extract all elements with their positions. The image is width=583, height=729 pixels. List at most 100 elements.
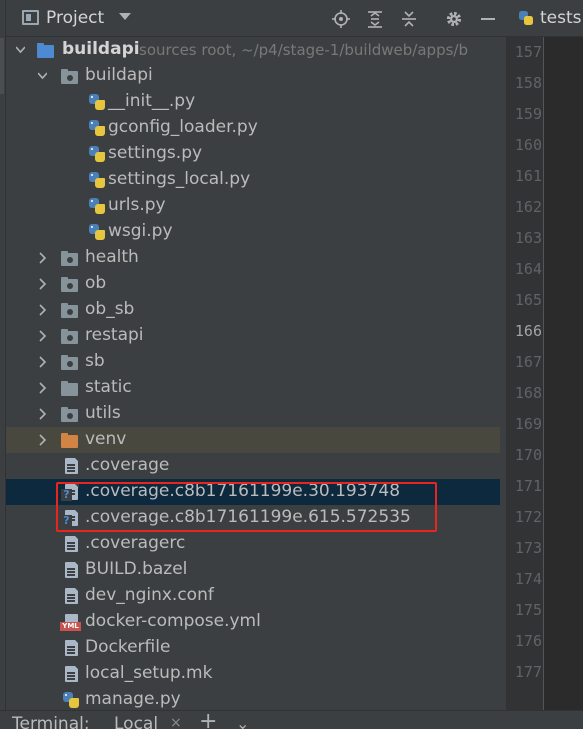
- tree-node-label: venv: [85, 429, 127, 449]
- tree-node-file[interactable]: settings_local.py: [6, 167, 506, 193]
- tree-node-label: utils: [85, 403, 121, 423]
- source-root-hint: sources root, ~/p4/stage-1/buildweb/apps…: [139, 41, 468, 59]
- unknown-file-icon: ?: [61, 509, 80, 527]
- python-file-icon: [88, 145, 106, 163]
- chevron-down-icon[interactable]: ⌄: [236, 714, 249, 729]
- tree-node-file[interactable]: Dockerfile: [6, 635, 506, 661]
- tree-node-file[interactable]: gconfig_loader.py: [6, 115, 506, 141]
- tree-node-label: Dockerfile: [85, 637, 171, 657]
- tree-node-file[interactable]: dev_nginx.conf: [6, 583, 506, 609]
- tree-node-label: gconfig_loader.py: [108, 117, 258, 137]
- line-number: 173: [514, 539, 542, 557]
- line-number: 161: [514, 167, 542, 185]
- tree-node-label: wsgi.py: [108, 221, 173, 241]
- tree-node-label: static: [85, 377, 132, 397]
- hide-icon[interactable]: [477, 8, 499, 30]
- line-number-gutter: 157 158 159 160 161 162 163 164 165 166 167 168 169 1…: [506, 37, 544, 710]
- tree-node-file[interactable]: local_setup.mk: [6, 661, 506, 687]
- tree-node-package[interactable]: ob: [6, 271, 506, 297]
- line-number: 159: [514, 105, 542, 123]
- line-number: 175: [514, 601, 542, 619]
- terminal-label: Terminal:: [12, 714, 90, 729]
- gear-icon[interactable]: [443, 8, 465, 30]
- tree-node-file[interactable]: urls.py: [6, 193, 506, 219]
- locate-icon[interactable]: [330, 8, 352, 30]
- tree-node-label: BUILD.bazel: [85, 559, 188, 579]
- tree-node-file[interactable]: manage.py: [6, 687, 506, 710]
- chevron-right-icon[interactable]: [38, 330, 47, 342]
- package-folder-icon: [60, 275, 78, 293]
- close-icon[interactable]: ×: [170, 715, 182, 729]
- package-folder-icon: [60, 327, 78, 345]
- expand-all-icon[interactable]: [364, 8, 386, 30]
- tree-node-package[interactable]: ob_sb: [6, 297, 506, 323]
- chevron-down-icon[interactable]: [16, 44, 25, 56]
- line-number: 164: [514, 260, 542, 278]
- python-file-icon: [88, 171, 106, 189]
- terminal-bar: Terminal: Local × + ⌄: [0, 710, 583, 729]
- package-folder-icon: [60, 249, 78, 267]
- line-number: 158: [514, 74, 542, 92]
- code-area[interactable]: [544, 37, 583, 710]
- chevron-right-icon[interactable]: [38, 304, 47, 316]
- tree-node-package[interactable]: sb: [6, 349, 506, 375]
- tree-node-folder[interactable]: static: [6, 375, 506, 401]
- terminal-tab-local[interactable]: Local: [114, 714, 158, 729]
- line-number: 171: [514, 477, 542, 495]
- text-file-icon: [62, 457, 80, 475]
- line-number: 162: [514, 198, 542, 216]
- chevron-right-icon[interactable]: [38, 356, 47, 368]
- tree-node-package[interactable]: utils: [6, 401, 506, 427]
- tree-node-file[interactable]: .coveragerc: [6, 531, 506, 557]
- chevron-right-icon[interactable]: [38, 252, 47, 264]
- tree-node-package[interactable]: health: [6, 245, 506, 271]
- line-number: 165: [514, 291, 542, 309]
- tree-node-package[interactable]: restapi: [6, 323, 506, 349]
- dropdown-caret-icon[interactable]: [119, 13, 131, 20]
- yml-badge: YML: [60, 622, 81, 631]
- chevron-right-icon[interactable]: [38, 382, 47, 394]
- project-panel-header: Project: [6, 0, 506, 37]
- editor-tab-label[interactable]: tests.: [540, 8, 583, 28]
- tree-node-file[interactable]: BUILD.bazel: [6, 557, 506, 583]
- tree-node-file[interactable]: .coverage: [6, 453, 506, 479]
- tree-node-file[interactable]: __init__.py: [6, 89, 506, 115]
- python-file-icon: [88, 93, 106, 111]
- new-terminal-plus-icon[interactable]: +: [199, 711, 217, 729]
- package-folder-icon: [60, 405, 78, 423]
- tree-node-label: .coverage.c8b17161199e.30.193748: [85, 481, 401, 501]
- tree-node-label: __init__.py: [108, 91, 196, 111]
- text-file-icon: [62, 535, 80, 553]
- tree-node-label: local_setup.mk: [85, 663, 213, 683]
- project-panel: Project buildapi sources root, ~/p4/stag…: [6, 0, 506, 710]
- package-folder-icon: [60, 67, 78, 85]
- tree-node-label: .coverage: [85, 455, 170, 475]
- editor-tab-bar: tests.: [506, 0, 583, 37]
- line-number: 163: [514, 229, 542, 247]
- chevron-right-icon[interactable]: [38, 278, 47, 290]
- python-file-icon: [88, 223, 106, 241]
- tree-node-label: buildapi: [62, 39, 140, 59]
- tree-node-file-selected[interactable]: ? .coverage.c8b17161199e.30.193748: [6, 479, 506, 505]
- tree-node-package[interactable]: buildapi: [6, 63, 506, 89]
- chevron-right-icon[interactable]: [38, 408, 47, 420]
- package-folder-icon: [60, 353, 78, 371]
- project-tool-window-marker[interactable]: [0, 38, 4, 94]
- source-root-folder-icon: [36, 41, 54, 59]
- collapse-all-icon[interactable]: [398, 8, 420, 30]
- excluded-folder-icon: [60, 431, 78, 449]
- tree-node-label: dev_nginx.conf: [85, 585, 214, 605]
- tree-node-label: settings.py: [108, 143, 203, 163]
- tree-node-label: ob_sb: [85, 299, 135, 319]
- package-folder-icon: [60, 301, 78, 319]
- tree-node-file[interactable]: YML docker-compose.yml: [6, 609, 506, 635]
- tree-node-label: health: [85, 247, 139, 267]
- tree-node-root[interactable]: buildapi sources root, ~/p4/stage-1/buil…: [6, 37, 506, 63]
- tree-node-file[interactable]: wsgi.py: [6, 219, 506, 245]
- chevron-right-icon[interactable]: [38, 434, 47, 446]
- chevron-down-icon[interactable]: [38, 70, 47, 82]
- tree-node-file[interactable]: settings.py: [6, 141, 506, 167]
- tree-node-file[interactable]: ? .coverage.c8b17161199e.615.572535: [6, 505, 506, 531]
- tree-node-excluded-folder[interactable]: venv: [6, 427, 506, 453]
- project-view-title[interactable]: Project: [46, 8, 104, 28]
